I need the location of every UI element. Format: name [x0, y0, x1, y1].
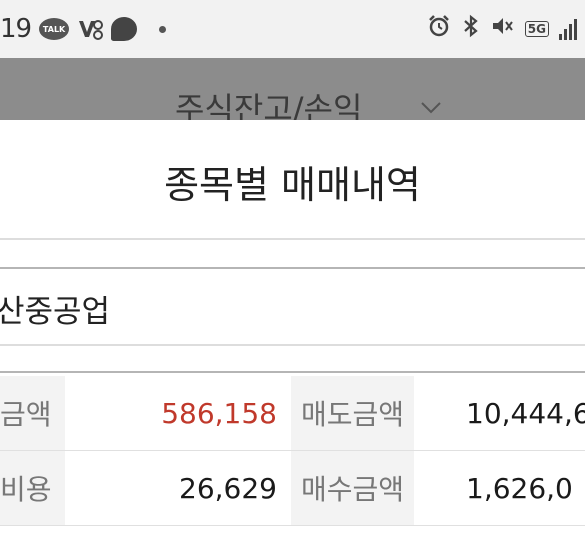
alarm-icon: [427, 14, 451, 44]
divider: [0, 238, 585, 240]
bluetooth-icon: [461, 14, 481, 44]
more-notifications-icon: [159, 25, 167, 33]
status-left: 19 TALK: [0, 14, 167, 44]
realized-pnl-value: 586,158: [161, 396, 277, 430]
app-header: 주식잔고/손익: [0, 58, 585, 120]
table-row: 금액 586,158 매도금액 10,444,6: [0, 376, 585, 450]
cost-label: 비용: [0, 451, 65, 525]
volte-call-icon: [77, 17, 104, 41]
buy-amount-value: 1,626,0: [466, 471, 573, 505]
cost-value: 26,629: [179, 471, 277, 505]
sell-amount-value: 10,444,6: [466, 396, 585, 430]
realized-pnl-label: 금액: [0, 376, 65, 450]
kakaotalk-icon: TALK: [39, 18, 70, 40]
app-header-title[interactable]: 주식잔고/손익: [175, 84, 362, 120]
signal-strength-icon: [559, 18, 577, 40]
divider: [0, 371, 585, 373]
network-5g-icon: 5G: [524, 21, 549, 37]
chevron-down-icon[interactable]: [420, 96, 442, 120]
divider: [0, 267, 585, 269]
buy-amount-label: 매수금액: [291, 451, 414, 525]
divider: [0, 344, 585, 346]
trade-history-sheet: 종목별 매매내역 산중공업 금액 586,158 매도금액 10,444,6 비…: [0, 120, 585, 536]
status-bar: 19 TALK 5G: [0, 0, 585, 58]
message-icon: [111, 17, 138, 41]
vibrate-mute-icon: [491, 14, 515, 44]
status-right: 5G: [427, 14, 577, 44]
stock-name: 산중공업: [0, 294, 111, 330]
sell-amount-label: 매도금액: [291, 376, 414, 450]
row-divider: [0, 525, 585, 526]
table-row: 비용 26,629 매수금액 1,626,0: [0, 451, 585, 525]
sheet-title: 종목별 매매내역: [164, 163, 421, 207]
status-clock: 19: [0, 14, 32, 44]
